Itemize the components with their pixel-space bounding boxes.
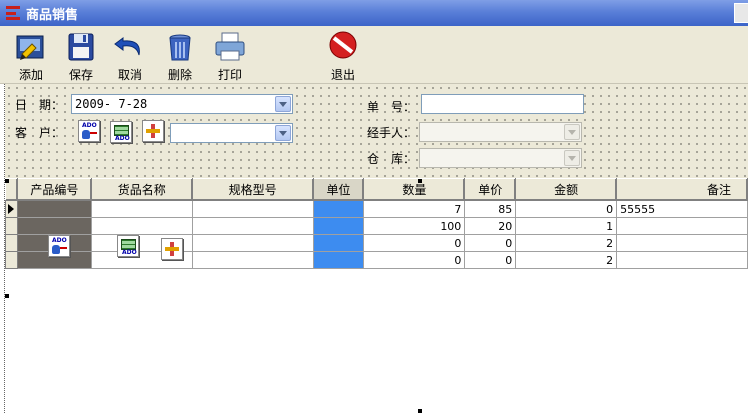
column-header[interactable]: 单位: [312, 178, 365, 201]
cancel-button[interactable]: 取消: [110, 30, 150, 82]
spec-cell[interactable]: [191, 251, 314, 269]
ado-connection-icon[interactable]: ADO: [48, 235, 70, 257]
window-title: 商品销售: [26, 7, 79, 23]
column-header[interactable]: 单价: [464, 178, 517, 201]
chevron-down-icon[interactable]: [275, 96, 291, 112]
title-bar[interactable]: 商品销售: [0, 0, 748, 26]
unit-cell[interactable]: [312, 217, 365, 235]
row-indicator[interactable]: [5, 200, 18, 218]
date-value: 2009- 7-28: [75, 97, 148, 111]
remark-cell[interactable]: [616, 234, 748, 252]
form-panel: 日 期： 2009- 7-28 客 户： ADO ADO 单 号： 经手人： 仓…: [5, 84, 748, 178]
quantity-cell[interactable]: 100: [363, 217, 466, 235]
quantity-cell[interactable]: 7: [363, 200, 466, 218]
exit-button[interactable]: 退出: [323, 30, 363, 82]
order-no-input[interactable]: [421, 94, 584, 114]
handler-label: 经手人：: [367, 126, 416, 140]
spec-cell[interactable]: [191, 234, 314, 252]
selection-handle[interactable]: [5, 294, 9, 298]
save-button[interactable]: 保存: [61, 30, 101, 82]
date-picker[interactable]: 2009- 7-28: [71, 94, 293, 114]
app-logo-icon: [4, 4, 22, 22]
row-indicator[interactable]: [5, 251, 18, 269]
current-row-arrow-icon: [8, 204, 14, 214]
column-header[interactable]: 货品名称: [90, 178, 193, 201]
data-grid: 产品编号 货品名称 规格型号 单位 数量 单价 金额 备注 7 85 0 555…: [5, 178, 748, 413]
remark-cell[interactable]: [616, 251, 748, 269]
warehouse-combo[interactable]: [419, 148, 582, 168]
toolbar: 添加 保存 取消 删除 打印 退出: [0, 26, 748, 84]
remark-cell[interactable]: 55555: [616, 200, 748, 218]
exit-button-label: 退出: [330, 68, 355, 82]
undo-arrow-icon: [113, 30, 147, 64]
navigator-icon[interactable]: [161, 238, 183, 260]
navigator-icon[interactable]: [142, 120, 164, 142]
delete-button[interactable]: 删除: [160, 30, 200, 82]
amount-cell[interactable]: 2: [515, 251, 618, 269]
quantity-cell[interactable]: 0: [363, 234, 466, 252]
table-header-row: 产品编号 货品名称 规格型号 单位 数量 单价 金额 备注: [5, 178, 748, 201]
unit-cell[interactable]: [312, 234, 365, 252]
ado-connection-icon[interactable]: ADO: [78, 120, 100, 142]
row-indicator[interactable]: [5, 234, 18, 252]
unit-cell[interactable]: [312, 251, 365, 269]
amount-cell[interactable]: 1: [515, 217, 618, 235]
price-cell[interactable]: 85: [464, 200, 517, 218]
add-button[interactable]: 添加: [11, 30, 51, 82]
order-no-label: 单 号：: [367, 100, 416, 114]
column-header[interactable]: 产品编号: [16, 178, 92, 201]
print-button[interactable]: 打印: [210, 30, 250, 82]
add-record-icon: [14, 30, 48, 64]
table-row[interactable]: 100 20 1: [5, 217, 748, 235]
delete-button-label: 删除: [167, 68, 192, 82]
warehouse-label: 仓 库：: [367, 152, 416, 166]
unit-cell[interactable]: [312, 200, 365, 218]
column-header[interactable]: 数量: [363, 178, 466, 201]
price-cell[interactable]: 0: [464, 234, 517, 252]
customer-combo[interactable]: [170, 123, 293, 143]
product-code-cell[interactable]: [16, 200, 92, 218]
remark-cell[interactable]: [616, 217, 748, 235]
trash-can-icon: [163, 30, 197, 64]
cancel-button-label: 取消: [117, 68, 142, 82]
add-button-label: 添加: [18, 68, 43, 82]
save-button-label: 保存: [68, 68, 93, 82]
row-indicator[interactable]: [5, 217, 18, 235]
customer-label: 客 户：: [15, 126, 64, 140]
price-cell[interactable]: 20: [464, 217, 517, 235]
product-name-cell[interactable]: [90, 217, 193, 235]
date-label: 日 期：: [15, 98, 64, 112]
printer-icon: [213, 30, 247, 64]
column-header[interactable]: 规格型号: [191, 178, 314, 201]
selection-handle[interactable]: [418, 409, 422, 413]
window-control-button[interactable]: [734, 3, 748, 23]
quantity-cell[interactable]: 0: [363, 251, 466, 269]
selection-handle[interactable]: [418, 179, 422, 183]
amount-cell[interactable]: 0: [515, 200, 618, 218]
print-button-label: 打印: [217, 68, 242, 82]
spec-cell[interactable]: [191, 200, 314, 218]
table-row[interactable]: 7 85 0 55555: [5, 200, 748, 218]
floppy-disk-icon: [64, 30, 98, 64]
chevron-down-icon[interactable]: [275, 125, 291, 141]
handler-combo[interactable]: [419, 122, 582, 142]
product-name-cell[interactable]: [90, 200, 193, 218]
selection-handle[interactable]: [5, 179, 9, 183]
column-header[interactable]: 备注: [616, 178, 748, 201]
data-grid-icon[interactable]: ADO: [117, 235, 139, 257]
amount-cell[interactable]: 2: [515, 234, 618, 252]
chevron-down-icon[interactable]: [564, 124, 580, 140]
data-grid-icon[interactable]: ADO: [110, 121, 132, 143]
product-code-cell[interactable]: [16, 217, 92, 235]
stop-sign-icon: [326, 30, 360, 64]
price-cell[interactable]: 0: [464, 251, 517, 269]
spec-cell[interactable]: [191, 217, 314, 235]
column-header[interactable]: 金额: [515, 178, 618, 201]
chevron-down-icon[interactable]: [564, 150, 580, 166]
